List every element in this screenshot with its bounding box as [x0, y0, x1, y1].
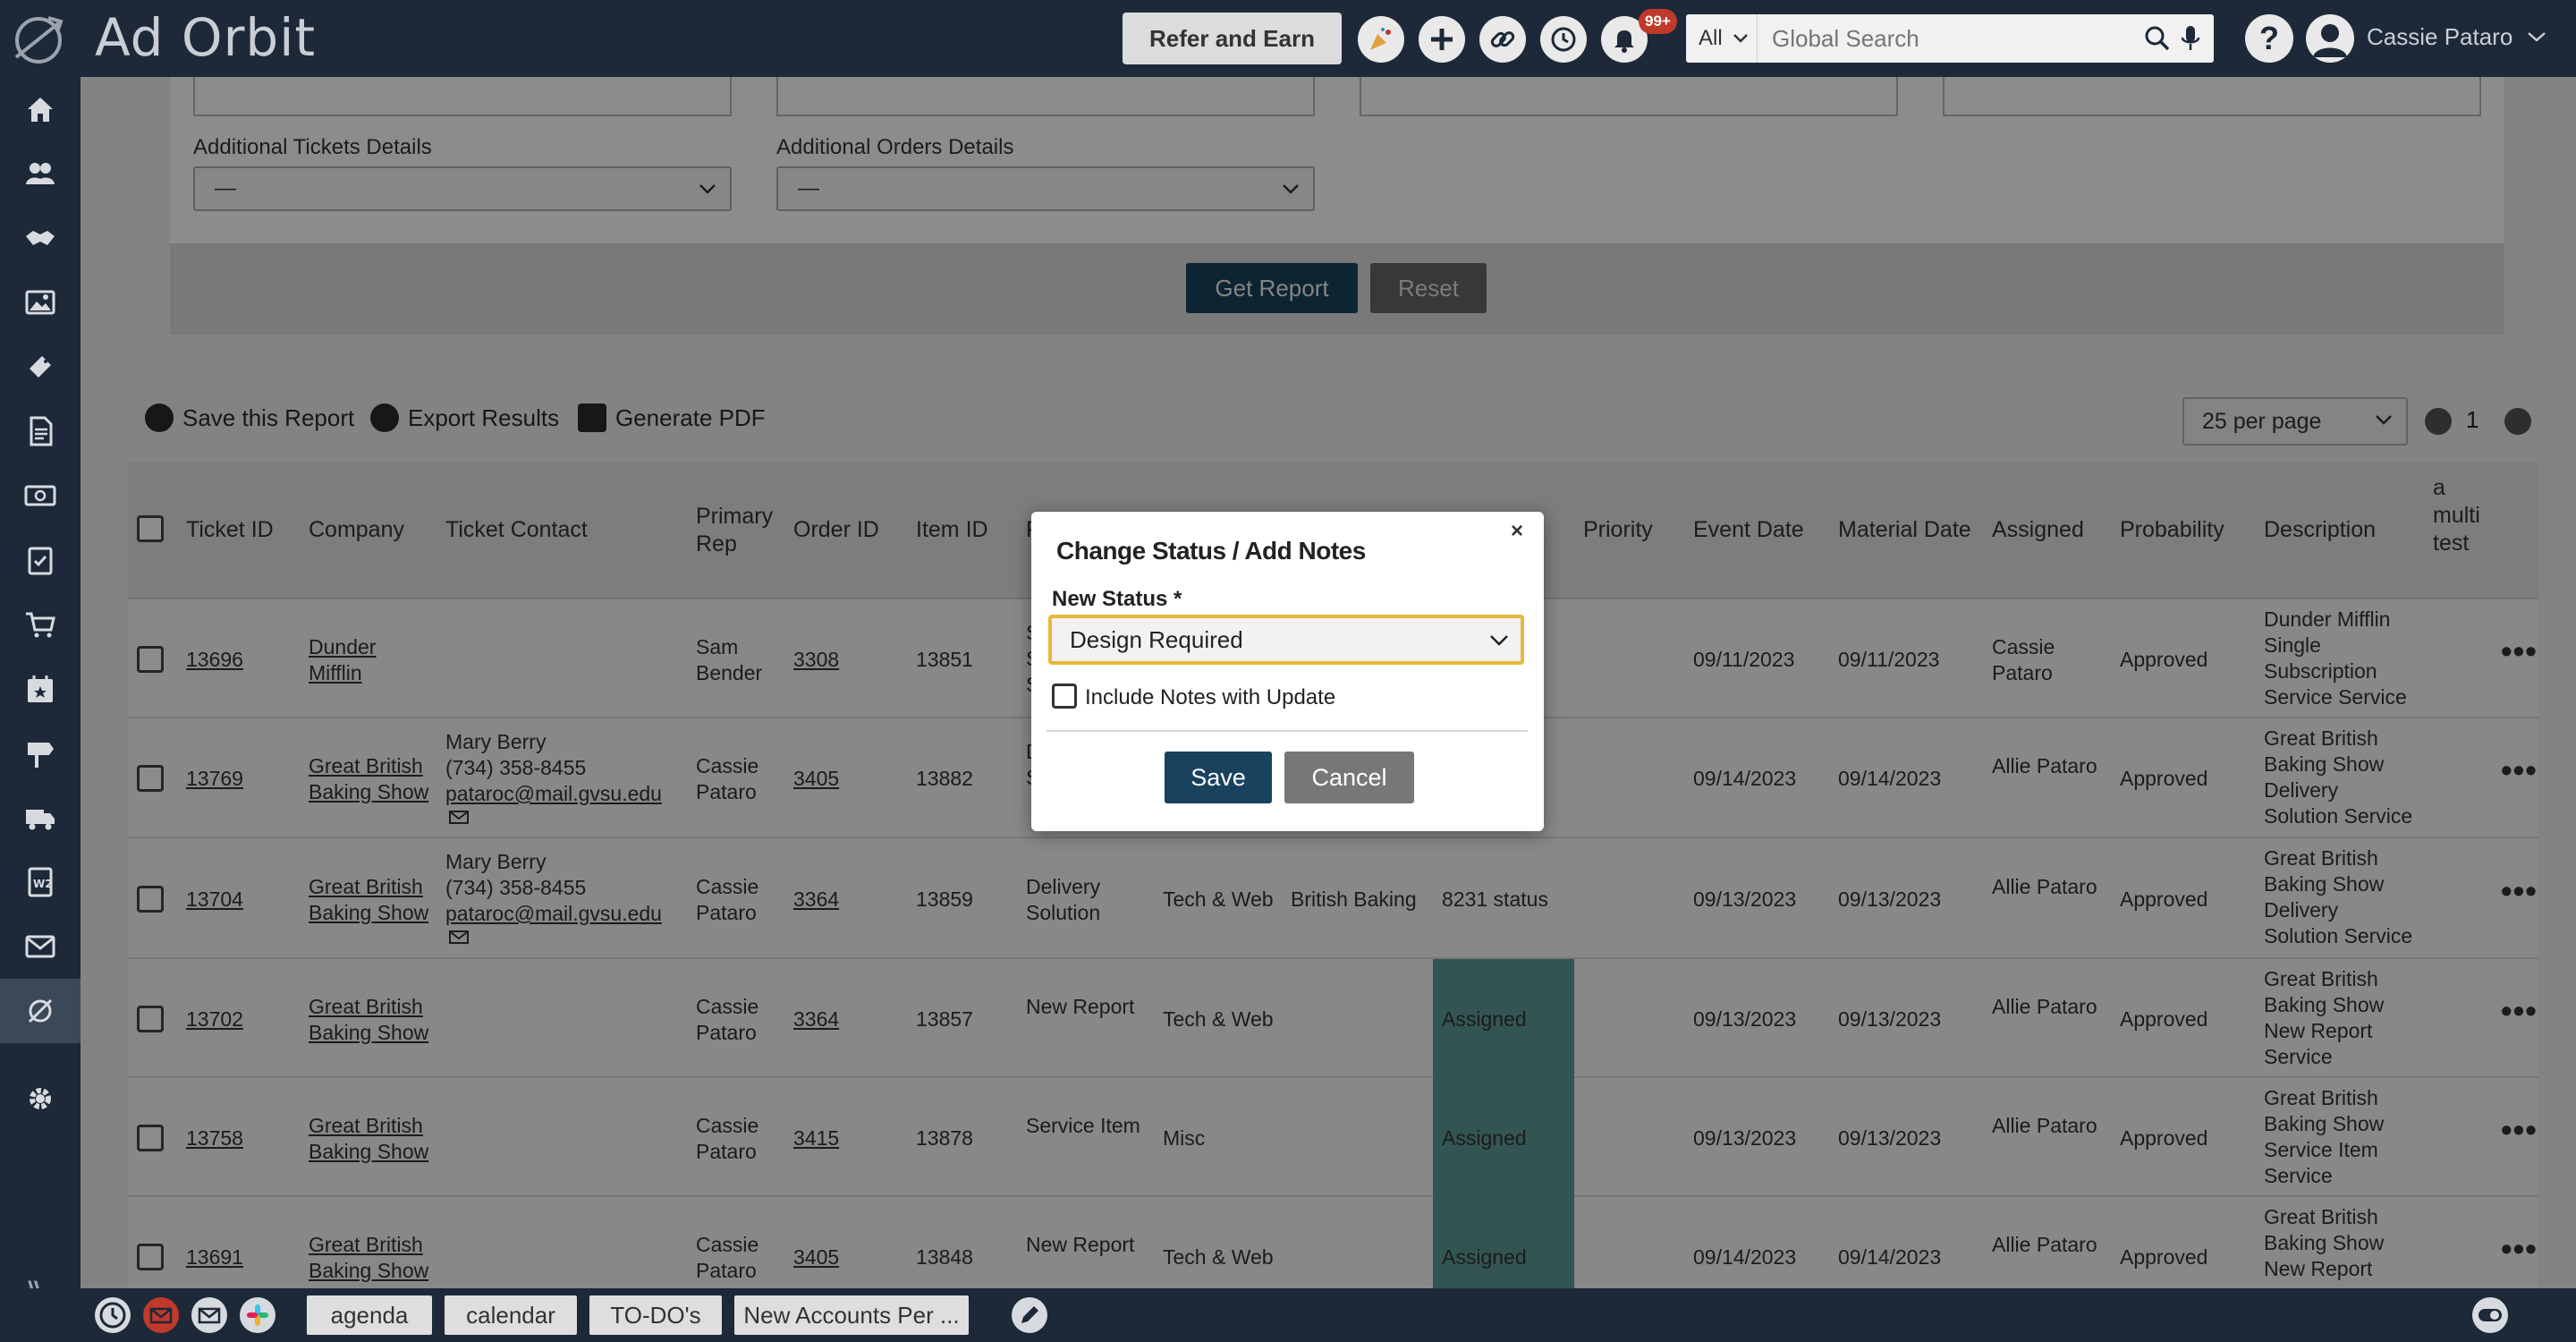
- toggle-icon[interactable]: [2472, 1297, 2508, 1333]
- truck-icon: [26, 810, 55, 830]
- sidebar-item-tickets[interactable]: [0, 335, 80, 399]
- cancel-button[interactable]: Cancel: [1284, 752, 1414, 803]
- tab-agenda[interactable]: agenda: [307, 1295, 432, 1335]
- money-icon: [24, 485, 56, 506]
- orbit-logo-icon[interactable]: [9, 11, 68, 70]
- add-icon[interactable]: [1419, 16, 1465, 63]
- envelope-icon: [25, 935, 55, 958]
- tab-new-accounts[interactable]: New Accounts Per ...: [734, 1295, 969, 1335]
- home-icon: [28, 98, 53, 122]
- top-bar: Ad Orbit Refer and Earn 99+ All ? Cassie…: [0, 0, 2576, 77]
- sidebar-item-documents[interactable]: [0, 399, 80, 463]
- sign-icon: [28, 743, 54, 768]
- global-search: All: [1686, 14, 2214, 63]
- bottom-bar: agenda calendar TO-DO's New Accounts Per…: [0, 1288, 2576, 1342]
- sidebar-item-billing[interactable]: [0, 463, 80, 528]
- chevron-down-icon: [1490, 635, 1508, 646]
- mail-alert-icon[interactable]: [143, 1297, 179, 1333]
- gear-icon: [30, 1088, 51, 1109]
- sidebar-item-home[interactable]: [0, 77, 80, 141]
- envelope-icon[interactable]: [191, 1297, 227, 1333]
- document-icon: [30, 416, 53, 446]
- sidebar-item-w2[interactable]: W2: [0, 850, 80, 914]
- sidebar-item-delivery[interactable]: [0, 786, 80, 850]
- new-status-select[interactable]: Design Required: [1048, 615, 1524, 665]
- user-avatar-icon[interactable]: [2306, 14, 2354, 63]
- change-status-modal: Change Status / Add Notes × New Status *…: [1031, 512, 1544, 831]
- clipboard-check-icon: [28, 547, 53, 575]
- sidebar-item-calendar[interactable]: [0, 657, 80, 721]
- new-status-value: Design Required: [1070, 626, 1243, 653]
- svg-text:W2: W2: [33, 878, 53, 890]
- tab-calendar[interactable]: calendar: [445, 1295, 577, 1335]
- image-icon: [25, 290, 55, 315]
- cart-icon: [26, 612, 55, 638]
- modal-divider: [1046, 730, 1528, 732]
- user-menu[interactable]: Cassie Pataro: [2367, 23, 2546, 51]
- sidebar-item-settings[interactable]: [0, 1066, 80, 1131]
- ticket-icon: [30, 356, 51, 378]
- sidebar-item-reports[interactable]: [0, 979, 80, 1043]
- orbit-reports-icon: [28, 998, 53, 1023]
- history-icon[interactable]: [1540, 16, 1587, 63]
- help-icon[interactable]: ?: [2245, 14, 2293, 63]
- app-logo-text[interactable]: Ad Orbit: [95, 7, 316, 68]
- edit-pencil-icon[interactable]: [1012, 1297, 1047, 1333]
- chevron-down-icon: [1733, 34, 1748, 43]
- calendar-icon: [28, 675, 53, 702]
- chevron-down-icon: [2527, 32, 2546, 42]
- handshake-icon: [26, 231, 55, 245]
- sidebar-item-deals[interactable]: [0, 206, 80, 270]
- refer-and-earn-button[interactable]: Refer and Earn: [1123, 13, 1342, 64]
- search-scope-value: All: [1699, 26, 1723, 50]
- microphone-icon[interactable]: [2180, 24, 2201, 53]
- people-icon: [26, 163, 55, 184]
- search-icon[interactable]: [2144, 25, 2171, 52]
- sidebar-nav: W2 ⟫: [0, 77, 80, 1316]
- include-notes-checkbox[interactable]: [1052, 684, 1077, 709]
- sidebar-item-signage[interactable]: [0, 721, 80, 786]
- clock-icon[interactable]: [95, 1297, 131, 1333]
- modal-title: Change Status / Add Notes: [1056, 537, 1366, 565]
- tab-todos[interactable]: TO-DO's: [589, 1295, 722, 1335]
- sidebar-item-contacts[interactable]: [0, 141, 80, 206]
- user-name: Cassie Pataro: [2367, 23, 2513, 50]
- new-status-label: New Status *: [1052, 587, 1182, 611]
- search-scope-select[interactable]: All: [1686, 14, 1758, 63]
- include-notes-label[interactable]: Include Notes with Update: [1085, 685, 1335, 710]
- notification-count-badge: 99+: [1639, 9, 1677, 34]
- sidebar-item-orders[interactable]: [0, 592, 80, 657]
- save-button[interactable]: Save: [1165, 752, 1272, 803]
- celebrate-icon[interactable]: [1358, 16, 1404, 63]
- close-icon[interactable]: ×: [1511, 519, 1523, 544]
- w2-form-icon: W2: [28, 867, 53, 897]
- global-search-input[interactable]: [1772, 14, 2130, 63]
- sidebar-item-media[interactable]: [0, 270, 80, 335]
- sidebar-item-tasks[interactable]: [0, 528, 80, 592]
- slack-icon[interactable]: [240, 1297, 275, 1333]
- sidebar-item-email[interactable]: [0, 914, 80, 979]
- link-icon[interactable]: [1479, 16, 1526, 63]
